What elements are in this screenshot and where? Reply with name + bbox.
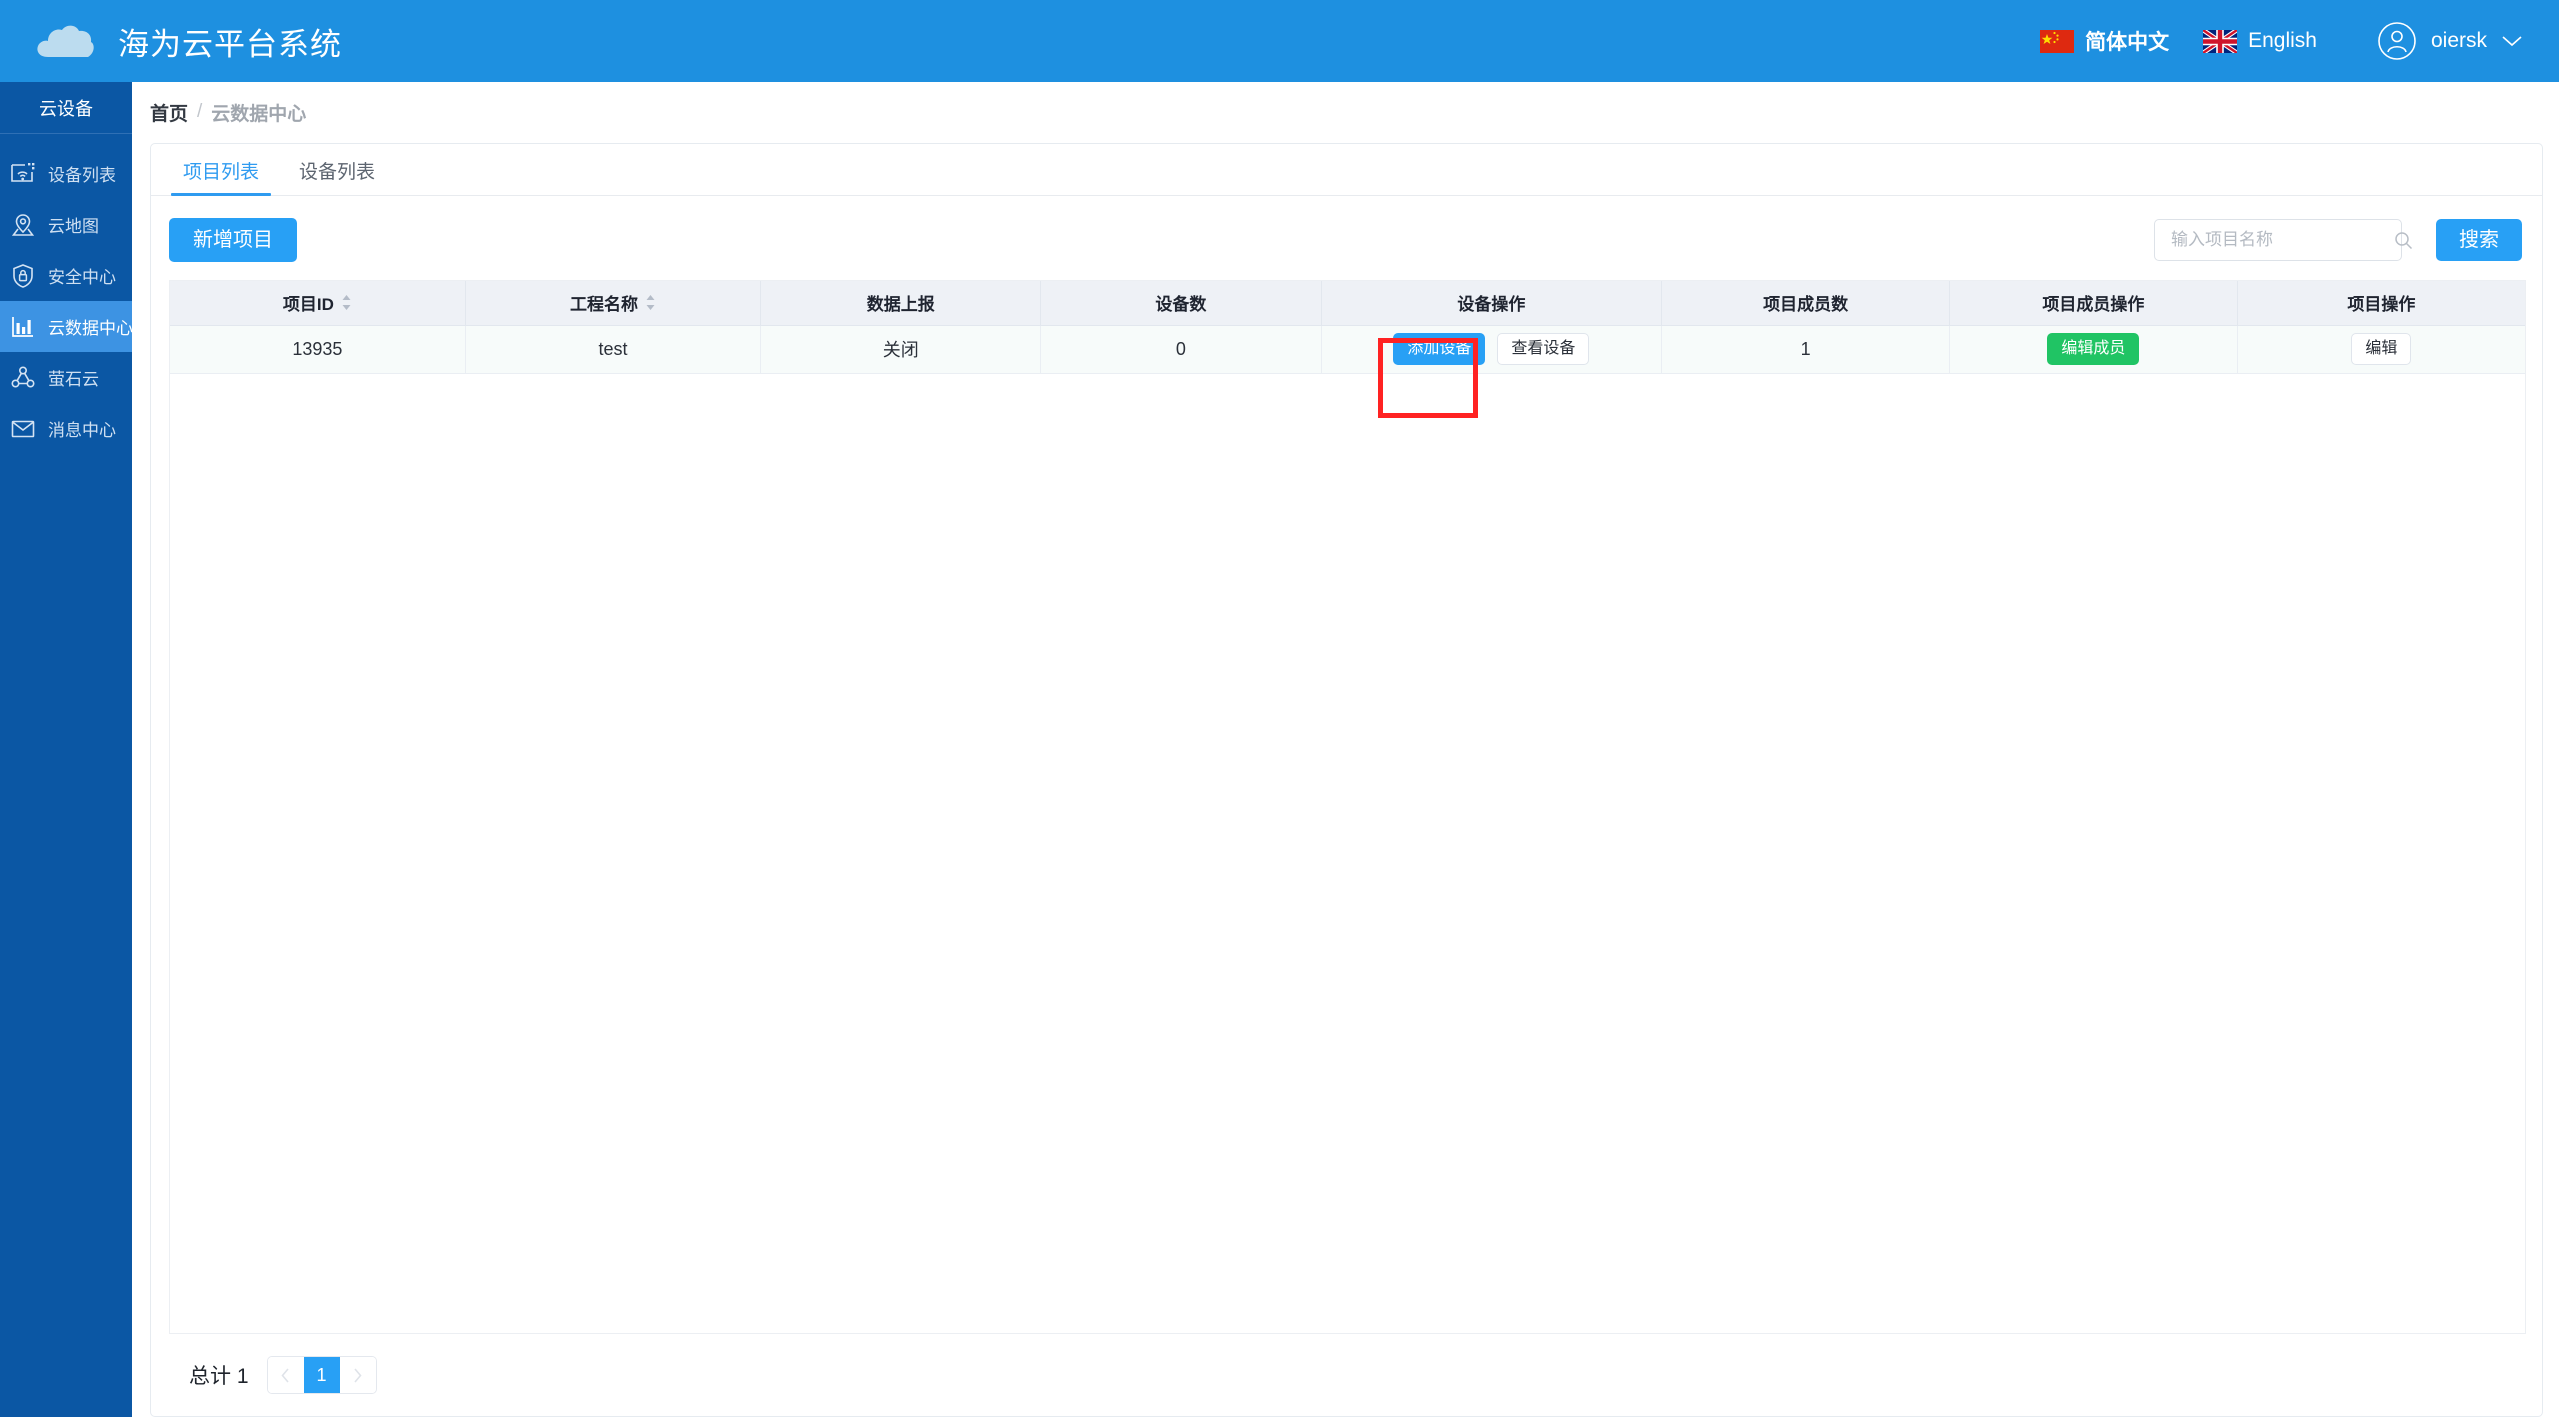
search-button[interactable]: 搜索 bbox=[2436, 219, 2522, 261]
sidebar-item-cloud-data-center[interactable]: 云数据中心 bbox=[0, 301, 133, 352]
brand-title: 海为云平台系统 bbox=[118, 26, 342, 62]
app-root: 海为云平台系统 简体中文 English oiersk 云设备 设备列表 云地图… bbox=[0, 0, 2559, 1417]
shield-lock-icon bbox=[10, 263, 36, 289]
pagination-prev-button[interactable] bbox=[267, 1357, 304, 1393]
table-head: 项目ID 工程名称 数据上报 设备数 设备操作 项目成员数 项目成员操作 项目操… bbox=[170, 281, 2525, 326]
column-header-project-id[interactable]: 项目ID bbox=[170, 281, 466, 326]
cell-project-actions: 编辑 bbox=[2237, 325, 2525, 374]
sidebar-item-ezviz-cloud[interactable]: 萤石云 bbox=[0, 352, 132, 403]
sidebar-item-label: 设备列表 bbox=[48, 166, 116, 185]
sidebar-item-label: 萤石云 bbox=[48, 370, 99, 389]
user-name: oiersk bbox=[2430, 29, 2487, 52]
table-row: 13935 test 关闭 0 添加设备 查看设备 1 编辑成员 编辑 bbox=[170, 325, 2525, 374]
sidebar-item-message-center[interactable]: 消息中心 bbox=[0, 403, 132, 454]
sidebar-item-label: 云地图 bbox=[48, 217, 99, 236]
sidebar-item-device-list[interactable]: 设备列表 bbox=[0, 148, 132, 199]
table-header-row: 项目ID 工程名称 数据上报 设备数 设备操作 项目成员数 项目成员操作 项目操… bbox=[170, 281, 2525, 326]
column-header-member-count: 项目成员数 bbox=[1661, 281, 1950, 326]
bar-chart-icon bbox=[10, 314, 36, 340]
projects-table-container: 项目ID 工程名称 数据上报 设备数 设备操作 项目成员数 项目成员操作 项目操… bbox=[169, 280, 2526, 1334]
sidebar-nav-list: 设备列表 云地图 安全中心 云数据中心 萤石云 消息中心 bbox=[0, 134, 133, 454]
cell-device-actions: 添加设备 查看设备 bbox=[1321, 325, 1663, 374]
breadcrumb-home[interactable]: 首页 bbox=[150, 99, 188, 126]
cell-device-count: 0 bbox=[1040, 325, 1322, 374]
cloud-icon bbox=[34, 21, 96, 61]
chevron-down-icon[interactable] bbox=[2501, 34, 2523, 48]
search-input[interactable] bbox=[2169, 229, 2394, 251]
chevron-right-icon bbox=[351, 1367, 364, 1384]
search-icon[interactable] bbox=[2394, 231, 2413, 250]
language-switch-chinese[interactable]: 简体中文 bbox=[2040, 26, 2169, 56]
main-content: 首页 / 云数据中心 项目列表 设备列表 新增项目 输入项目名称 搜索 项目ID… bbox=[132, 82, 2559, 1417]
column-header-data-report: 数据上报 bbox=[760, 281, 1042, 326]
header-right-controls: 简体中文 English oiersk bbox=[2006, 21, 2523, 61]
sidebar: 云设备 设备列表 云地图 安全中心 云数据中心 萤石云 消息中心 bbox=[0, 82, 133, 1417]
column-header-member-actions: 项目成员操作 bbox=[1949, 281, 2238, 326]
column-header-project-name[interactable]: 工程名称 bbox=[465, 281, 762, 326]
edit-member-button[interactable]: 编辑成员 bbox=[2047, 333, 2140, 365]
envelope-icon bbox=[10, 416, 36, 442]
pager: 1 bbox=[266, 1356, 377, 1394]
edit-project-button[interactable]: 编辑 bbox=[2351, 333, 2412, 365]
language-label-english: English bbox=[2248, 29, 2317, 52]
content-panel: 项目列表 设备列表 新增项目 输入项目名称 搜索 项目ID 工程名称 数据上报 … bbox=[150, 143, 2543, 1417]
view-device-button[interactable]: 查看设备 bbox=[1497, 333, 1590, 365]
new-project-button[interactable]: 新增项目 bbox=[169, 218, 297, 262]
toolbar-right: 搜索 bbox=[2154, 219, 2522, 261]
sidebar-section-title: 云设备 bbox=[0, 82, 132, 134]
breadcrumb: 首页 / 云数据中心 bbox=[132, 82, 2559, 126]
user-menu[interactable]: oiersk bbox=[2377, 21, 2523, 61]
sort-arrows-icon[interactable] bbox=[645, 294, 656, 311]
language-label-chinese: 简体中文 bbox=[2085, 31, 2170, 54]
tab-bar: 项目列表 设备列表 bbox=[151, 144, 2542, 196]
language-switch-english[interactable]: English bbox=[2203, 29, 2317, 53]
sort-arrows-icon[interactable] bbox=[341, 294, 352, 311]
sidebar-item-label: 安全中心 bbox=[48, 268, 116, 287]
device-wifi-icon bbox=[10, 161, 36, 187]
tab-project-list[interactable]: 项目列表 bbox=[163, 163, 279, 196]
user-circle-icon bbox=[2377, 21, 2417, 61]
column-header-device-actions: 设备操作 bbox=[1321, 281, 1663, 326]
pagination-page-1[interactable]: 1 bbox=[303, 1357, 340, 1393]
chevron-left-icon bbox=[279, 1367, 292, 1384]
breadcrumb-separator: / bbox=[197, 101, 203, 122]
toolbar: 新增项目 搜索 bbox=[151, 196, 2542, 280]
total-count-label: 总计 1 bbox=[189, 1365, 249, 1388]
pagination-next-button[interactable] bbox=[339, 1357, 376, 1393]
breadcrumb-current: 云数据中心 bbox=[211, 103, 307, 125]
table-body: 13935 test 关闭 0 添加设备 查看设备 1 编辑成员 编辑 bbox=[170, 325, 2525, 374]
top-header-bar: 海为云平台系统 简体中文 English oiersk bbox=[0, 0, 2559, 82]
tab-device-list[interactable]: 设备列表 bbox=[279, 163, 395, 195]
nodes-icon bbox=[10, 365, 36, 391]
add-device-button[interactable]: 添加设备 bbox=[1393, 333, 1486, 365]
cell-member-actions: 编辑成员 bbox=[1949, 325, 2238, 374]
uk-flag-icon bbox=[2203, 29, 2238, 53]
table-empty-space bbox=[170, 373, 2525, 1333]
column-label: 工程名称 bbox=[569, 295, 638, 315]
sidebar-item-label: 云数据中心 bbox=[48, 319, 133, 338]
column-label: 项目ID bbox=[282, 295, 334, 315]
sidebar-item-security-center[interactable]: 安全中心 bbox=[0, 250, 132, 301]
cell-project-id: 13935 bbox=[170, 325, 466, 374]
search-field[interactable] bbox=[2154, 219, 2413, 261]
map-pin-icon bbox=[10, 212, 36, 238]
column-header-device-count: 设备数 bbox=[1040, 281, 1322, 326]
cell-data-report: 关闭 bbox=[760, 325, 1042, 374]
cell-project-name: test bbox=[465, 325, 762, 374]
column-header-project-actions: 项目操作 bbox=[2237, 281, 2525, 326]
sidebar-item-label: 消息中心 bbox=[48, 421, 116, 440]
china-flag-icon bbox=[2040, 29, 2075, 53]
sidebar-item-cloud-map[interactable]: 云地图 bbox=[0, 199, 132, 250]
projects-table: 项目ID 工程名称 数据上报 设备数 设备操作 项目成员数 项目成员操作 项目操… bbox=[170, 281, 2525, 374]
pagination: 总计 1 1 bbox=[169, 1334, 2526, 1416]
cell-member-count: 1 bbox=[1661, 325, 1950, 374]
brand: 海为云平台系统 bbox=[34, 19, 342, 64]
body-wrapper: 云设备 设备列表 云地图 安全中心 云数据中心 萤石云 消息中心 首页 / 云数… bbox=[0, 82, 2559, 1417]
